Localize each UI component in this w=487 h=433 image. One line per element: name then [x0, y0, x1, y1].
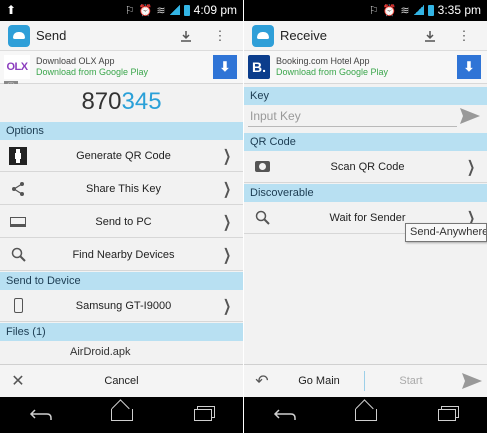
battery-icon [183, 4, 190, 16]
key-part-1: 870 [81, 88, 122, 115]
section-files: Files (1) [0, 323, 243, 341]
section-options: Options [0, 122, 243, 140]
battery-icon [427, 4, 434, 16]
chevron-right-icon: ❯ [222, 213, 232, 231]
download-icon[interactable] [175, 25, 197, 47]
chevron-right-icon: ❯ [222, 180, 232, 198]
ad-title: Download OLX App [36, 56, 115, 66]
recent-apps-icon[interactable] [188, 405, 218, 425]
ad-subtitle: Download from Google Play [36, 67, 149, 77]
ad-banner[interactable]: OLX Download OLX App Download from Googl… [0, 51, 243, 92]
section-discoverable: Discoverable [244, 184, 487, 202]
file-item[interactable]: AirDroid.apk [0, 342, 243, 364]
alarm-icon: ⏰ [138, 4, 153, 17]
page-title: Send [36, 28, 67, 43]
app-bar: Receive ⋮ [244, 21, 487, 51]
chevron-right-icon: ❯ [222, 297, 232, 315]
ad-download-button[interactable]: ⬇ [213, 55, 237, 79]
send-anywhere-logo-icon[interactable] [252, 24, 274, 47]
send-anywhere-logo-icon[interactable] [8, 24, 30, 47]
search-icon [6, 247, 30, 262]
page-title: Receive [280, 28, 327, 43]
key-field [248, 103, 483, 129]
chevron-right-icon: ❯ [222, 246, 232, 264]
running-man-icon: ⚐ [368, 4, 379, 17]
go-main-button[interactable]: Go Main [274, 375, 364, 387]
overflow-menu-icon[interactable]: ⋮ [209, 25, 231, 47]
send-key-icon[interactable] [457, 107, 483, 125]
key-input[interactable] [248, 105, 457, 127]
find-nearby-button[interactable]: Find Nearby Devices ❯ [0, 239, 243, 271]
qr-code-icon [6, 146, 30, 165]
row-label: Wait for Sender [329, 211, 406, 224]
send-icon[interactable] [457, 372, 487, 390]
alarm-icon: ⏰ [382, 4, 397, 17]
row-label: Scan QR Code [330, 160, 405, 173]
back-icon[interactable] [270, 405, 300, 425]
system-nav-bar [244, 397, 487, 433]
overflow-menu-icon[interactable]: ⋮ [453, 25, 475, 47]
ad-banner[interactable]: B. Booking.com Hotel App Download from G… [244, 51, 487, 84]
close-icon[interactable]: ✕ [6, 371, 30, 391]
bottom-bar: ✕ Cancel [0, 364, 243, 397]
search-icon [250, 210, 274, 225]
undo-icon[interactable]: ↶ [250, 371, 274, 391]
start-button[interactable]: Start [365, 375, 457, 387]
send-screen: ⬆ ⚐ ⏰ ≋ 4:09 pm Send ⋮ OLX Download OLX … [0, 0, 243, 433]
system-nav-bar [0, 397, 243, 433]
tooltip: Send-Anywhere [405, 223, 487, 242]
row-label: Share This Key [85, 182, 161, 195]
status-bar: ⬆ ⚐ ⏰ ≋ 4:09 pm [0, 0, 243, 21]
upload-notification-icon: ⬆ [6, 3, 17, 17]
section-qr-code: QR Code [244, 133, 487, 151]
cancel-button[interactable]: Cancel [30, 375, 213, 387]
status-time: 4:09 pm [193, 3, 237, 17]
signal-icon [413, 5, 424, 15]
back-icon[interactable] [26, 405, 56, 425]
camera-icon [250, 161, 274, 172]
row-label: Generate QR Code [76, 149, 171, 162]
recent-apps-icon[interactable] [432, 405, 462, 425]
ad-download-button[interactable]: ⬇ [457, 55, 481, 79]
home-icon[interactable] [107, 405, 137, 425]
receive-screen: ⚐ ⏰ ≋ 3:35 pm Receive ⋮ B. Booking.com H… [244, 0, 487, 433]
phone-icon [6, 298, 30, 313]
share-key-button[interactable]: Share This Key ❯ [0, 173, 243, 205]
status-bar: ⚐ ⏰ ≋ 3:35 pm [244, 0, 487, 21]
download-icon[interactable] [419, 25, 441, 47]
chevron-right-icon: ❯ [466, 158, 476, 176]
laptop-icon [6, 216, 30, 227]
ad-subtitle: Download from Google Play [276, 67, 389, 77]
send-to-pc-button[interactable]: Send to PC ❯ [0, 206, 243, 238]
section-send-to-device: Send to Device [0, 272, 243, 290]
olx-logo: OLX [4, 55, 30, 79]
chevron-right-icon: ❯ [222, 147, 232, 165]
running-man-icon: ⚐ [124, 4, 135, 17]
home-icon[interactable] [351, 405, 381, 425]
wifi-icon: ≋ [400, 4, 410, 17]
booking-logo: B. [248, 55, 270, 79]
signal-icon [169, 5, 180, 15]
row-label: Send to PC [95, 215, 152, 228]
row-label: Samsung GT-I9000 [75, 299, 172, 312]
generate-qr-button[interactable]: Generate QR Code ❯ [0, 140, 243, 172]
wifi-icon: ≋ [156, 4, 166, 17]
share-icon [6, 181, 30, 197]
key-part-2: 345 [121, 88, 162, 115]
scan-qr-button[interactable]: Scan QR Code ❯ [244, 151, 487, 183]
share-key: 870345 [0, 84, 243, 120]
device-samsung-button[interactable]: Samsung GT-I9000 ❯ [0, 290, 243, 322]
app-bar: Send ⋮ [0, 21, 243, 51]
ad-title: Booking.com Hotel App [276, 56, 370, 66]
row-label: Find Nearby Devices [72, 248, 175, 261]
bottom-bar: ↶ Go Main Start [244, 364, 487, 397]
status-time: 3:35 pm [437, 3, 481, 17]
